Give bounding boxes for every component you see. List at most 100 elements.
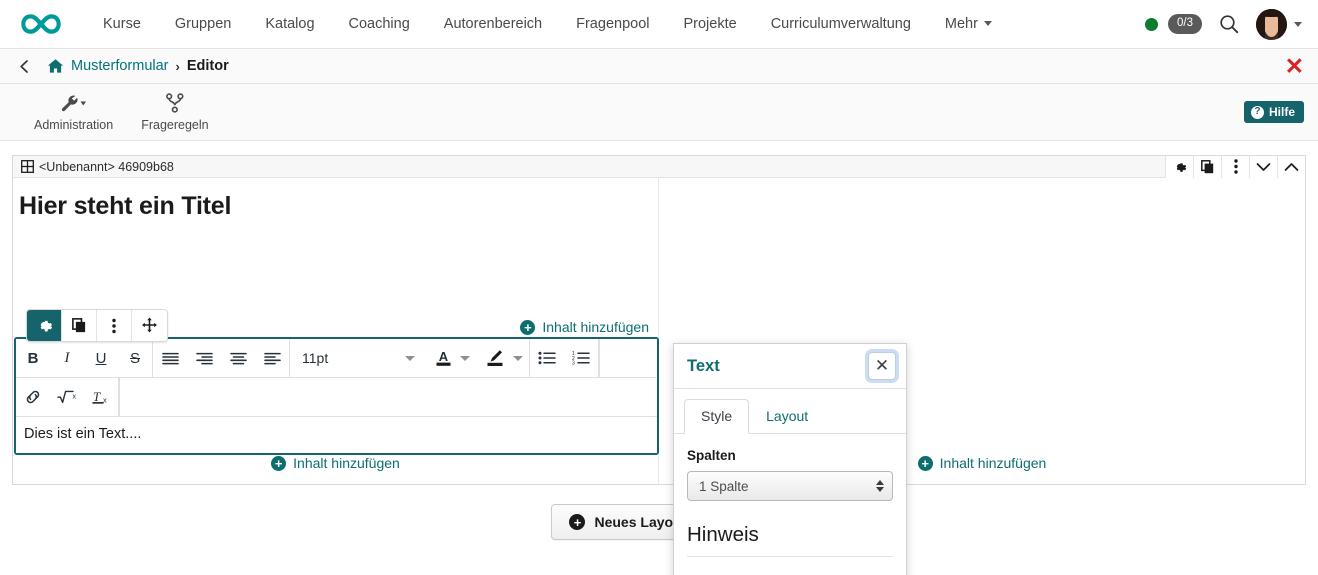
chevron-down-icon[interactable] [1249,155,1277,178]
status-dot[interactable] [1145,17,1158,31]
editor-toolbar: Administration Frageregeln ? Hilfe [0,84,1318,141]
rte-format-group: B I U S [16,339,153,377]
home-icon[interactable] [47,58,64,74]
main-nav-links: Kurse Gruppen Katalog Coaching Autorenbe… [86,0,1009,49]
rte-list-group: 123 [529,339,599,377]
svg-text:x: x [73,394,77,401]
columns-select[interactable]: 1 Spalte [687,471,893,501]
kebab-menu-icon[interactable] [97,310,132,341]
add-content-label: Inhalt hinzufügen [293,455,400,471]
copy-icon[interactable] [1193,155,1221,178]
bold-glyph: B [27,349,39,367]
svg-text:A: A [439,349,449,364]
numbered-list-icon[interactable]: 123 [564,339,598,377]
rte-toolbar-row2-spacer [119,378,657,416]
nav-link-katalog[interactable]: Katalog [248,0,331,49]
toolbar-label-administration: Administration [34,117,114,132]
align-right-icon[interactable] [187,339,221,377]
nav-link-curriculumverwaltung[interactable]: Curriculumverwaltung [754,0,928,49]
element-floating-toolbar [26,309,168,342]
align-justify-icon[interactable] [153,339,187,377]
gear-icon[interactable] [27,310,62,341]
panel-body: Spalten 1 Spalte Hinweis Hinweis-Box AUS [674,434,906,575]
font-size-select[interactable]: 11pt [290,339,425,377]
rte-content-area[interactable]: Dies ist ein Text.... [16,417,657,453]
add-content-label: Inhalt hinzufügen [542,319,649,335]
nav-link-fragenpool[interactable]: Fragenpool [559,0,666,49]
task-count-badge[interactable]: 0/3 [1168,14,1202,34]
align-left-icon[interactable] [255,339,289,377]
clear-format-icon[interactable]: T x [84,378,118,416]
chevron-right-icon: › [175,58,180,74]
panel-header: Text ✕ [674,344,906,389]
toolbar-item-frageregeln[interactable]: Frageregeln [127,93,222,132]
bold-icon[interactable]: B [16,339,50,377]
toolbar-item-administration[interactable]: Administration [20,93,127,132]
formula-icon[interactable]: x [50,378,84,416]
breadcrumb-bar: Musterformular › Editor ✕ [0,49,1318,84]
content-heading: Hier steht ein Titel [19,192,232,220]
tab-style[interactable]: Style [684,399,750,434]
close-icon[interactable]: ✕ [868,352,896,380]
tab-layout[interactable]: Layout [749,399,825,434]
layout-block-header: <Unbenannt> 46909b68 [13,155,1305,178]
chevron-down-icon[interactable] [513,355,523,361]
nav-link-autorenbereich[interactable]: Autorenbereich [427,0,559,49]
panel-title: Text [687,356,720,375]
chevron-down-icon[interactable] [460,355,470,361]
underline-icon[interactable]: U [84,339,118,377]
rte-toolbar-spacer [599,339,657,377]
move-icon[interactable] [132,310,167,341]
underline-glyph: U [95,349,107,367]
highlighter-icon[interactable] [476,339,529,377]
hint-section-heading: Hinweis [687,523,893,557]
search-icon[interactable] [1218,13,1240,35]
nav-link-gruppen[interactable]: Gruppen [158,0,248,49]
help-label: Hilfe [1268,105,1295,119]
close-icon[interactable]: ✕ [1285,54,1304,78]
help-button[interactable]: ? Hilfe [1243,101,1304,123]
bullet-list-icon[interactable] [530,339,564,377]
stepper-arrows-icon [876,480,884,492]
strikethrough-icon[interactable]: S [118,339,152,377]
nav-link-kurse[interactable]: Kurse [86,0,158,49]
infinity-logo[interactable] [18,9,64,39]
breadcrumb-root[interactable]: Musterformular [71,58,169,74]
gear-icon[interactable] [1165,155,1193,178]
text-settings-panel: Text ✕ Style Layout Spalten 1 Spalte Hin… [673,343,907,575]
font-size-value: 11pt [302,350,329,366]
rte-insert-group: x T x [16,378,119,416]
wrench-icon [61,93,87,114]
nav-link-mehr[interactable]: Mehr [928,0,1009,49]
plus-icon: + [917,455,933,471]
chevron-down-icon [983,21,992,27]
nav-link-projekte[interactable]: Projekte [666,0,753,49]
plus-icon: + [569,514,586,530]
text-color-icon[interactable]: A [425,339,476,377]
nav-link-coaching[interactable]: Coaching [332,0,427,49]
back-button[interactable] [18,59,31,74]
link-icon[interactable] [16,378,50,416]
add-content-button-left[interactable]: + Inhalt hinzufügen [271,455,400,471]
panel-tabs: Style Layout [674,389,906,434]
add-content-label: Inhalt hinzufügen [939,455,1047,471]
add-content-row-left: + Inhalt hinzufügen [13,455,658,471]
nav-right-cluster: 0/3 [1145,8,1302,40]
rte-align-group [153,339,290,377]
align-center-icon[interactable] [221,339,255,377]
svg-text:3: 3 [572,361,575,365]
add-content-button-top[interactable]: + Inhalt hinzufügen [520,319,649,335]
italic-icon[interactable]: I [50,339,84,377]
branch-icon [165,93,185,114]
svg-text:x: x [103,395,107,404]
rte-toolbar-row-1: B I U S 11pt A 1 2 3 [16,339,657,378]
new-layout-row: + Neues Layout einfügen [0,504,1318,540]
add-content-button-right[interactable]: + Inhalt hinzufügen [917,455,1047,471]
rich-text-editor: B I U S 11pt A 1 2 3 x T x Dies ist ein … [14,337,659,455]
italic-glyph: I [64,349,70,366]
rte-toolbar-row-2: x T x [16,378,657,417]
chevron-up-icon[interactable] [1277,155,1305,178]
copy-icon[interactable] [62,310,97,341]
avatar-menu[interactable] [1256,8,1302,40]
kebab-menu-icon[interactable] [1221,155,1249,178]
